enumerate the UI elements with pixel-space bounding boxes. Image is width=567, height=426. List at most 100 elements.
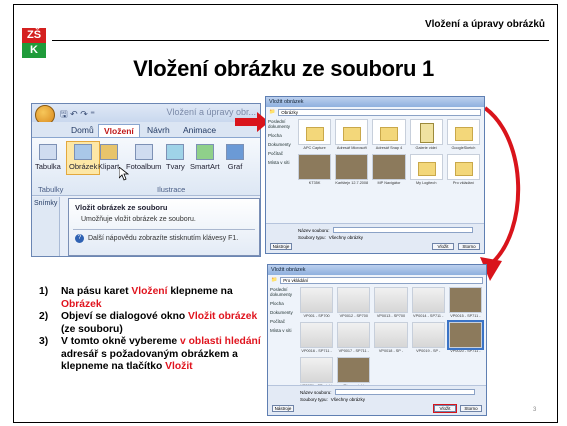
quick-access-toolbar[interactable]: 🖫 ↶ ↷ ⁼	[60, 107, 95, 123]
file-item[interactable]: Galerie videí	[409, 119, 443, 151]
tools-button[interactable]: Nástroje	[270, 243, 292, 250]
file-item[interactable]: VP0019 - SP - úpravy obrázku	[411, 322, 445, 354]
chart-icon	[226, 144, 244, 160]
text-run: (ze souboru)	[61, 323, 123, 335]
file-grid: VP001 - SP700 textová plocha VP0012 - SP7…	[300, 287, 485, 389]
clipart-button[interactable]: Klipart	[98, 144, 119, 171]
shapes-button[interactable]: Tvary	[166, 144, 185, 171]
picture-button[interactable]: Obrázek	[66, 141, 101, 175]
file-thumbnail	[374, 287, 408, 313]
picture-label: Obrázek	[69, 162, 98, 171]
table-button[interactable]: Tabulka	[35, 144, 61, 171]
insert-button[interactable]: Vložit	[433, 404, 457, 413]
insert-picture-dialog-1: Vložit obrázek 📁 Obrázky Poslední dokume…	[265, 96, 485, 254]
tab-animations[interactable]: Animace	[178, 124, 221, 136]
nav-item-computer[interactable]: Počítač	[270, 319, 298, 324]
file-thumbnail	[446, 154, 480, 180]
list-number: 2)	[39, 311, 49, 322]
file-item[interactable]: Pro vkládání	[446, 154, 480, 186]
tooltip-description: Umožňuje vložit obrázek ze souboru.	[81, 216, 196, 223]
file-thumbnail	[300, 357, 334, 383]
file-item[interactable]: VP0016 - SP711 - 800	[300, 322, 334, 354]
nav-item-desktop[interactable]: Plocha	[268, 133, 296, 138]
tools-button[interactable]: Nástroje	[272, 405, 294, 412]
slides-tab[interactable]: Snímky	[32, 197, 59, 210]
nav-item-network[interactable]: Místa v síti	[270, 328, 298, 333]
address-field[interactable]: Obrázky	[278, 108, 481, 116]
file-thumbnail	[446, 119, 480, 145]
nav-item-recent[interactable]: Poslední dokumenty	[268, 119, 296, 129]
file-item[interactable]: GoogleSketch	[446, 119, 480, 151]
file-caption: VP0016 - SP711 - 800	[301, 349, 332, 353]
tab-home[interactable]: Domů	[66, 124, 99, 136]
smartart-button[interactable]: SmartArt	[190, 144, 220, 171]
file-grid: APC Capture Adresář Microsoft Office Adres…	[298, 119, 480, 186]
group-illustrations-label: Ilustrace	[157, 185, 186, 194]
cancel-button[interactable]: Storno	[460, 405, 482, 412]
nav-item-computer[interactable]: Počítač	[268, 151, 296, 156]
photo-album-icon	[134, 144, 153, 160]
nav-item-documents[interactable]: Dokumenty	[268, 142, 296, 147]
file-item[interactable]: APC Capture	[298, 119, 332, 151]
file-thumbnail	[298, 119, 332, 145]
photo-album-button[interactable]: Fotoalbum	[126, 144, 161, 171]
file-item[interactable]: VP0017 - SP711 - 800	[337, 322, 371, 354]
file-caption: VP0014 - SP711 - 700	[413, 314, 444, 318]
clipart-icon	[99, 144, 118, 160]
nav-item-network[interactable]: Místa v síti	[268, 160, 296, 165]
dialog-footer: Název souboru: Soubory typu: Všechny obrá…	[268, 385, 486, 415]
dialog-title: Vložit obrázek	[266, 97, 484, 107]
filename-input[interactable]	[332, 227, 473, 233]
file-item[interactable]: Karlštejn 12.7.2008	[335, 154, 369, 186]
highlighted-term: Vložit obrázek	[188, 311, 258, 322]
nav-pane: Poslední dokumenty Plocha Dokumenty Počí…	[270, 287, 298, 337]
file-item[interactable]: VP0015 - SP711 - jaký obraz	[448, 287, 482, 319]
file-item[interactable]: KT35K	[298, 154, 332, 186]
cancel-button[interactable]: Storno	[458, 243, 480, 250]
page-number: 3	[533, 407, 537, 413]
file-item[interactable]: Adresář Microsoft Office	[335, 119, 369, 151]
dialog-title: Vložit obrázek	[268, 265, 486, 275]
tooltip-divider	[73, 229, 255, 230]
highlighted-term: Obrázek	[61, 298, 102, 310]
text-run: klepneme na	[167, 286, 233, 297]
chart-button[interactable]: Graf	[226, 144, 244, 171]
filename-label: Název souboru:	[300, 389, 332, 395]
insert-button[interactable]: Vložit	[432, 243, 454, 250]
address-field[interactable]: Pro vkládání	[280, 276, 483, 284]
file-item[interactable]: Adresář Snap 4	[372, 119, 406, 151]
file-thumbnail	[337, 357, 371, 383]
filetype-label: Soubory typu:	[298, 235, 326, 240]
file-thumbnail	[300, 287, 334, 313]
table-icon	[38, 144, 57, 160]
file-item[interactable]: My Logitech Pictures	[409, 154, 443, 186]
nav-item-recent[interactable]: Poslední dokumenty	[270, 287, 298, 297]
filetype-select[interactable]: Všechny obrázky	[331, 397, 365, 402]
folder-icon: 📁	[269, 109, 276, 115]
ribbon-tabs: Domů Vložení Návrh Animace	[32, 122, 260, 138]
address-bar: 📁 Obrázky	[266, 107, 484, 117]
header-divider	[52, 40, 549, 41]
list-item: 1) Na pásu karet Vložení klepneme na Obrá…	[39, 286, 264, 311]
filename-input[interactable]	[334, 389, 475, 395]
file-item[interactable]: VP0014 - SP711 - 700	[411, 287, 445, 319]
nav-item-desktop[interactable]: Plocha	[270, 301, 298, 306]
folder-icon: 📁	[271, 277, 278, 283]
file-item[interactable]: VP0012 - SP700 textová plocha	[337, 287, 371, 319]
tab-design[interactable]: Návrh	[142, 124, 175, 136]
tooltip-title: Vložit obrázek ze souboru	[75, 203, 168, 212]
file-item[interactable]: VP0018 - SP - úpravy obrázku	[374, 322, 408, 354]
file-item[interactable]: MP Navigátor	[372, 154, 406, 186]
file-thumbnail	[337, 287, 371, 313]
file-item[interactable]: VP0020 - SP711 - jaký obraz	[446, 320, 485, 354]
slides-pane: Snímky	[32, 197, 60, 256]
file-caption: Karlštejn 12.7.2008	[335, 181, 369, 185]
file-item[interactable]: VP001 - SP700 textová plocha	[300, 287, 334, 319]
filetype-select[interactable]: Všechny obrázky	[329, 235, 363, 240]
nav-item-documents[interactable]: Dokumenty	[270, 310, 298, 315]
picture-icon	[74, 144, 93, 160]
file-thumbnail	[337, 322, 371, 348]
file-item[interactable]: VP0013 - SP700 textová plocha	[374, 287, 408, 319]
curved-arrow-icon	[480, 106, 521, 281]
tab-insert[interactable]: Vložení	[98, 124, 140, 137]
